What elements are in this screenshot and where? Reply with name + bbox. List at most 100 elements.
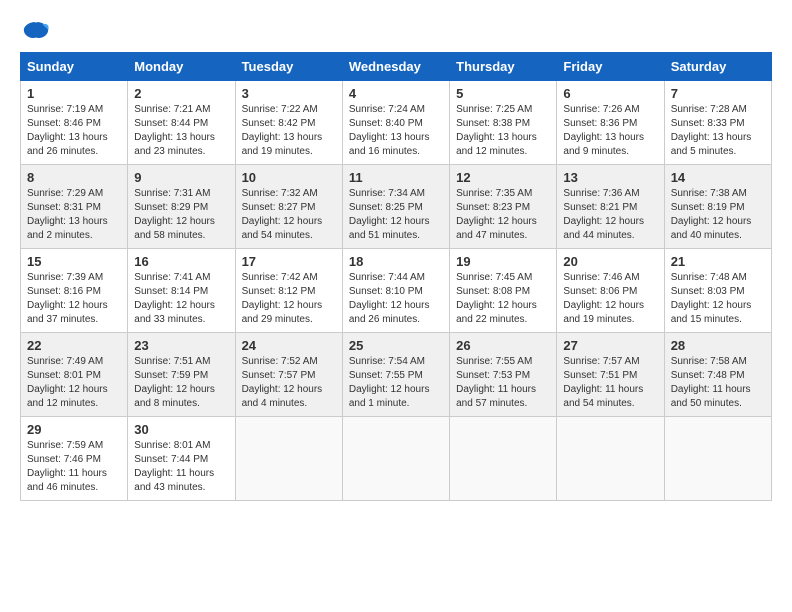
day-info: Sunrise: 7:21 AMSunset: 8:44 PMDaylight:… (134, 103, 228, 159)
calendar-cell: 9Sunrise: 7:31 AMSunset: 8:29 PMDaylight… (128, 165, 235, 249)
weekday-header-friday: Friday (557, 53, 664, 81)
calendar-cell: 2 Sunrise: 7:21 AMSunset: 8:44 PMDaylight… (128, 81, 235, 165)
day-number: 27 (563, 338, 657, 353)
day-info: Sunrise: 7:55 AMSunset: 7:53 PMDaylight:… (456, 355, 550, 411)
calendar-cell (235, 417, 342, 501)
day-number: 26 (456, 338, 550, 353)
day-info: Sunrise: 7:46 AMSunset: 8:06 PMDaylight:… (563, 271, 657, 327)
calendar-cell: 1 Sunrise: 7:19 AMSunset: 8:46 PMDaylight… (21, 81, 128, 165)
calendar-cell: 25Sunrise: 7:54 AMSunset: 7:55 PMDayligh… (342, 333, 449, 417)
day-number: 7 (671, 86, 765, 101)
calendar-cell: 6 Sunrise: 7:26 AMSunset: 8:36 PMDaylight… (557, 81, 664, 165)
calendar-cell: 30 Sunrise: 8:01 AMSunset: 7:44 PMDayligh… (128, 417, 235, 501)
calendar-cell: 18 Sunrise: 7:44 AMSunset: 8:10 PMDayligh… (342, 249, 449, 333)
calendar-cell: 11 Sunrise: 7:34 AMSunset: 8:25 PMDayligh… (342, 165, 449, 249)
day-info: Sunrise: 7:44 AMSunset: 8:10 PMDaylight:… (349, 271, 443, 327)
day-info: Sunrise: 7:25 AMSunset: 8:38 PMDaylight:… (456, 103, 550, 159)
calendar-cell: 28 Sunrise: 7:58 AMSunset: 7:48 PMDayligh… (664, 333, 771, 417)
day-info: Sunrise: 7:39 AMSunset: 8:16 PMDaylight:… (27, 271, 121, 327)
day-number: 11 (349, 170, 443, 185)
calendar-cell (342, 417, 449, 501)
weekday-header-tuesday: Tuesday (235, 53, 342, 81)
day-number: 13 (563, 170, 657, 185)
day-number: 23 (134, 338, 228, 353)
calendar-table: SundayMondayTuesdayWednesdayThursdayFrid… (20, 52, 772, 501)
calendar-cell: 13 Sunrise: 7:36 AMSunset: 8:21 PMDayligh… (557, 165, 664, 249)
calendar-cell: 12 Sunrise: 7:35 AMSunset: 8:23 PMDayligh… (450, 165, 557, 249)
day-info: Sunrise: 8:01 AMSunset: 7:44 PMDaylight:… (134, 439, 228, 495)
calendar-cell: 7Sunrise: 7:28 AMSunset: 8:33 PMDaylight… (664, 81, 771, 165)
calendar-cell: 22Sunrise: 7:49 AMSunset: 8:01 PMDayligh… (21, 333, 128, 417)
weekday-header-monday: Monday (128, 53, 235, 81)
day-info: Sunrise: 7:32 AMSunset: 8:27 PMDaylight:… (242, 187, 336, 243)
calendar-cell: 26 Sunrise: 7:55 AMSunset: 7:53 PMDayligh… (450, 333, 557, 417)
day-number: 21 (671, 254, 765, 269)
day-info: Sunrise: 7:48 AMSunset: 8:03 PMDaylight:… (671, 271, 765, 327)
day-number: 19 (456, 254, 550, 269)
day-info: Sunrise: 7:51 AMSunset: 7:59 PMDaylight:… (134, 355, 228, 411)
calendar-cell: 14 Sunrise: 7:38 AMSunset: 8:19 PMDayligh… (664, 165, 771, 249)
day-info: Sunrise: 7:29 AMSunset: 8:31 PMDaylight:… (27, 187, 121, 243)
day-number: 14 (671, 170, 765, 185)
day-number: 10 (242, 170, 336, 185)
day-info: Sunrise: 7:45 AMSunset: 8:08 PMDaylight:… (456, 271, 550, 327)
day-number: 5 (456, 86, 550, 101)
day-info: Sunrise: 7:36 AMSunset: 8:21 PMDaylight:… (563, 187, 657, 243)
calendar-week-row: 1 Sunrise: 7:19 AMSunset: 8:46 PMDaylight… (21, 81, 772, 165)
day-info: Sunrise: 7:22 AMSunset: 8:42 PMDaylight:… (242, 103, 336, 159)
day-number: 17 (242, 254, 336, 269)
day-number: 8 (27, 170, 121, 185)
day-info: Sunrise: 7:38 AMSunset: 8:19 PMDaylight:… (671, 187, 765, 243)
page-header (20, 20, 772, 42)
weekday-header-sunday: Sunday (21, 53, 128, 81)
day-info: Sunrise: 7:19 AMSunset: 8:46 PMDaylight:… (27, 103, 121, 159)
day-number: 28 (671, 338, 765, 353)
day-info: Sunrise: 7:34 AMSunset: 8:25 PMDaylight:… (349, 187, 443, 243)
day-info: Sunrise: 7:41 AMSunset: 8:14 PMDaylight:… (134, 271, 228, 327)
day-number: 30 (134, 422, 228, 437)
day-info: Sunrise: 7:31 AMSunset: 8:29 PMDaylight:… (134, 187, 228, 243)
calendar-week-row: 22Sunrise: 7:49 AMSunset: 8:01 PMDayligh… (21, 333, 772, 417)
day-info: Sunrise: 7:57 AMSunset: 7:51 PMDaylight:… (563, 355, 657, 411)
day-number: 6 (563, 86, 657, 101)
calendar-cell: 3 Sunrise: 7:22 AMSunset: 8:42 PMDaylight… (235, 81, 342, 165)
day-info: Sunrise: 7:42 AMSunset: 8:12 PMDaylight:… (242, 271, 336, 327)
day-number: 4 (349, 86, 443, 101)
calendar-cell: 10 Sunrise: 7:32 AMSunset: 8:27 PMDayligh… (235, 165, 342, 249)
day-info: Sunrise: 7:54 AMSunset: 7:55 PMDaylight:… (349, 355, 443, 411)
logo (20, 20, 50, 42)
day-number: 1 (27, 86, 121, 101)
day-number: 24 (242, 338, 336, 353)
calendar-week-row: 15Sunrise: 7:39 AMSunset: 8:16 PMDayligh… (21, 249, 772, 333)
calendar-cell: 17 Sunrise: 7:42 AMSunset: 8:12 PMDayligh… (235, 249, 342, 333)
day-number: 2 (134, 86, 228, 101)
calendar-cell (450, 417, 557, 501)
day-info: Sunrise: 7:35 AMSunset: 8:23 PMDaylight:… (456, 187, 550, 243)
day-number: 18 (349, 254, 443, 269)
weekday-header-wednesday: Wednesday (342, 53, 449, 81)
calendar-week-row: 29 Sunrise: 7:59 AMSunset: 7:46 PMDayligh… (21, 417, 772, 501)
calendar-cell: 4Sunrise: 7:24 AMSunset: 8:40 PMDaylight… (342, 81, 449, 165)
calendar-cell: 20Sunrise: 7:46 AMSunset: 8:06 PMDayligh… (557, 249, 664, 333)
calendar-cell: 19 Sunrise: 7:45 AMSunset: 8:08 PMDayligh… (450, 249, 557, 333)
day-info: Sunrise: 7:52 AMSunset: 7:57 PMDaylight:… (242, 355, 336, 411)
weekday-header-row: SundayMondayTuesdayWednesdayThursdayFrid… (21, 53, 772, 81)
calendar-cell: 29 Sunrise: 7:59 AMSunset: 7:46 PMDayligh… (21, 417, 128, 501)
day-info: Sunrise: 7:26 AMSunset: 8:36 PMDaylight:… (563, 103, 657, 159)
day-info: Sunrise: 7:58 AMSunset: 7:48 PMDaylight:… (671, 355, 765, 411)
calendar-cell: 5 Sunrise: 7:25 AMSunset: 8:38 PMDaylight… (450, 81, 557, 165)
calendar-cell: 8 Sunrise: 7:29 AMSunset: 8:31 PMDaylight… (21, 165, 128, 249)
logo-bird-icon (22, 20, 50, 42)
day-number: 16 (134, 254, 228, 269)
day-info: Sunrise: 7:59 AMSunset: 7:46 PMDaylight:… (27, 439, 121, 495)
calendar-cell: 21 Sunrise: 7:48 AMSunset: 8:03 PMDayligh… (664, 249, 771, 333)
calendar-cell (664, 417, 771, 501)
calendar-week-row: 8 Sunrise: 7:29 AMSunset: 8:31 PMDaylight… (21, 165, 772, 249)
day-number: 3 (242, 86, 336, 101)
day-number: 29 (27, 422, 121, 437)
calendar-cell: 15Sunrise: 7:39 AMSunset: 8:16 PMDayligh… (21, 249, 128, 333)
weekday-header-thursday: Thursday (450, 53, 557, 81)
day-number: 12 (456, 170, 550, 185)
day-info: Sunrise: 7:49 AMSunset: 8:01 PMDaylight:… (27, 355, 121, 411)
calendar-cell (557, 417, 664, 501)
